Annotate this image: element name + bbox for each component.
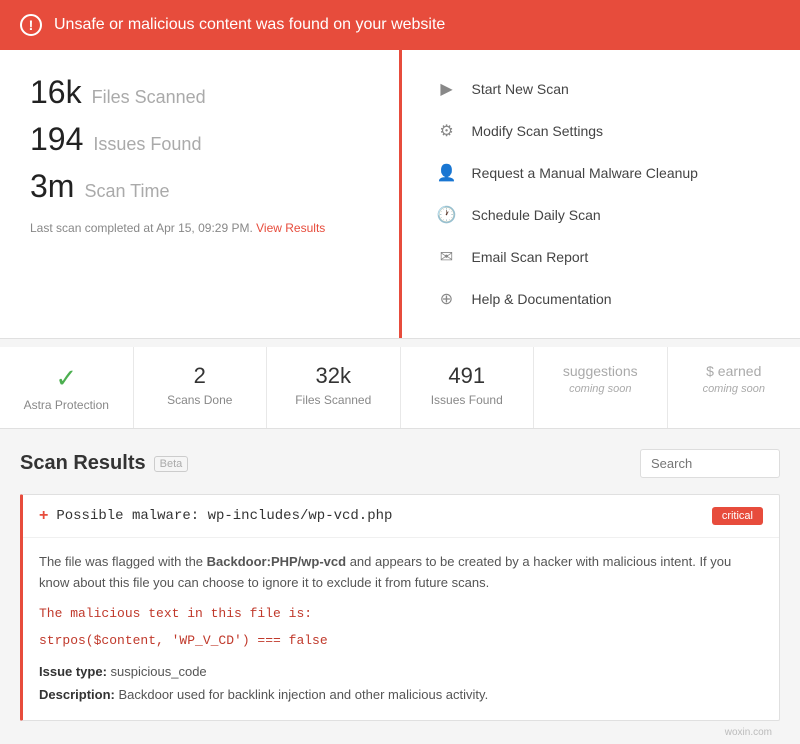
action-item[interactable]: ▶ Start New Scan [432, 70, 771, 108]
scan-results-heading: Scan Results [20, 452, 146, 475]
summary-value: 491 [448, 363, 485, 389]
action-item[interactable]: 🕐 Schedule Daily Scan [432, 196, 771, 234]
summary-value: 2 [194, 363, 206, 389]
summary-item: 32k Files Scanned [267, 347, 401, 428]
issue-desc-row: Description: Backdoor used for backlink … [39, 683, 763, 706]
action-item[interactable]: ⊕ Help & Documentation [432, 280, 771, 318]
action-item[interactable]: ✉ Email Scan Report [432, 238, 771, 276]
malicious-text-label: The malicious text in this file is: [39, 606, 763, 621]
summary-label: Scans Done [167, 393, 232, 407]
issue-desc-label: Description: [39, 687, 118, 702]
summary-item: ✓ Astra Protection [0, 347, 134, 428]
summary-value: $ earned [706, 363, 761, 379]
summary-value: ✓ [55, 363, 77, 394]
beta-badge: Beta [154, 456, 189, 472]
scan-time-row: 3m Scan Time [30, 168, 369, 205]
issue-header: + Possible malware: wp-includes/wp-vcd.p… [23, 495, 779, 538]
summary-value: suggestions [563, 363, 638, 379]
summary-label: Files Scanned [295, 393, 371, 407]
action-item[interactable]: ⚙ Modify Scan Settings [432, 112, 771, 150]
issues-found-row: 194 Issues Found [30, 121, 369, 158]
summary-label: Astra Protection [24, 398, 109, 412]
alert-banner: ! Unsafe or malicious content was found … [0, 0, 800, 50]
action-icon: 🕐 [436, 204, 458, 226]
action-icon: ▶ [436, 78, 458, 100]
issue-body: The file was flagged with the Backdoor:P… [23, 538, 779, 720]
action-icon: ⚙ [436, 120, 458, 142]
files-scanned-value: 16k [30, 74, 82, 111]
search-input[interactable] [640, 449, 780, 478]
action-icon: ✉ [436, 246, 458, 268]
summary-value: 32k [316, 363, 351, 389]
files-scanned-row: 16k Files Scanned [30, 74, 369, 111]
issue-description: The file was flagged with the Backdoor:P… [39, 552, 763, 594]
main-card: 16k Files Scanned 194 Issues Found 3m Sc… [0, 50, 800, 339]
last-scan: Last scan completed at Apr 15, 09:29 PM.… [30, 221, 369, 235]
issue-meta: Issue type: suspicious_code Description:… [39, 660, 763, 707]
issue-type-row: Issue type: suspicious_code [39, 660, 763, 683]
issues-found-value: 194 [30, 121, 83, 158]
actions-section: ▶ Start New Scan ⚙ Modify Scan Settings 👤 Req… [402, 50, 800, 338]
issues-found-label: Issues Found [93, 134, 201, 155]
files-scanned-label: Files Scanned [92, 87, 206, 108]
issue-title-row: + Possible malware: wp-includes/wp-vcd.p… [39, 507, 392, 525]
view-results-link[interactable]: View Results [256, 221, 325, 235]
stats-section: 16k Files Scanned 194 Issues Found 3m Sc… [0, 50, 402, 338]
summary-item: suggestions coming soon [534, 347, 668, 428]
action-label: Email Scan Report [472, 249, 589, 265]
action-icon: 👤 [436, 162, 458, 184]
alert-icon: ! [20, 14, 42, 36]
summary-bar: ✓ Astra Protection 2 Scans Done 32k Files Sca… [0, 347, 800, 429]
action-item[interactable]: 👤 Request a Manual Malware Cleanup [432, 154, 771, 192]
summary-item: $ earned coming soon [668, 347, 800, 428]
scan-time-label: Scan Time [84, 181, 169, 202]
plus-icon: + [39, 507, 48, 525]
action-label: Modify Scan Settings [472, 123, 604, 139]
issue-filename: Possible malware: wp-includes/wp-vcd.php [56, 508, 392, 524]
action-label: Help & Documentation [472, 291, 612, 307]
action-label: Start New Scan [472, 81, 569, 97]
summary-label: coming soon [569, 383, 631, 395]
summary-item: 491 Issues Found [401, 347, 535, 428]
action-label: Request a Manual Malware Cleanup [472, 165, 698, 181]
alert-message: Unsafe or malicious content was found on… [54, 16, 445, 34]
action-label: Schedule Daily Scan [472, 207, 601, 223]
issue-desc-value: Backdoor used for backlink injection and… [118, 687, 488, 702]
scan-time-value: 3m [30, 168, 74, 205]
summary-label: coming soon [703, 383, 765, 395]
critical-badge: critical [712, 507, 763, 525]
summary-label: Issues Found [431, 393, 503, 407]
scan-results-section: Scan Results Beta + Possible malware: wp… [0, 429, 800, 744]
scan-results-title: Scan Results Beta [20, 452, 188, 475]
issue-type-label: Issue type: [39, 664, 111, 679]
malicious-code: strpos($content, 'WP_V_CD') === false [39, 633, 763, 648]
scan-results-header: Scan Results Beta [20, 449, 780, 478]
issue-card: + Possible malware: wp-includes/wp-vcd.p… [20, 494, 780, 721]
issue-type-value: suspicious_code [111, 664, 207, 679]
summary-item: 2 Scans Done [134, 347, 268, 428]
action-icon: ⊕ [436, 288, 458, 310]
